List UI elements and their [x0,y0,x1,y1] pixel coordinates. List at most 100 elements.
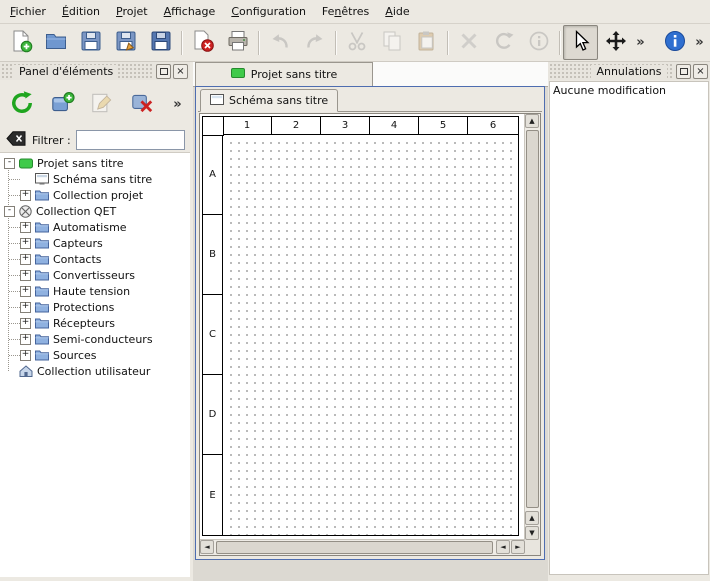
dock-close-button[interactable]: × [173,64,188,79]
expander-icon[interactable]: + [20,190,31,201]
horizontal-scroll-thumb[interactable] [216,541,493,554]
undo-dock: Annulations × Aucune modification [548,62,710,581]
expander-icon[interactable]: + [20,286,31,297]
panel-toolbar-overflow-button[interactable]: » [170,97,185,112]
tree-item-diagram[interactable]: Schéma sans titre [0,171,190,187]
toolbar-overflow-button[interactable]: » [633,35,648,50]
dock-close-button[interactable]: × [693,64,708,79]
cut-button[interactable] [339,25,374,60]
tree-item-project[interactable]: - Projet sans titre [0,155,190,171]
save-as-button[interactable] [108,25,143,60]
tree-item-label: Sources [53,349,97,362]
paste-button[interactable] [409,25,444,60]
tree-item-capteurs[interactable]: +Capteurs [0,235,190,251]
info-icon [527,29,551,56]
home-icon [19,365,33,377]
expander-icon[interactable]: + [20,238,31,249]
undo-dock-titlebar[interactable]: Annulations × [548,62,710,80]
folder-icon [35,349,49,361]
save-icon [79,29,103,56]
expander-icon[interactable]: + [20,350,31,361]
diagram-info-button[interactable] [521,25,556,60]
expander-icon[interactable]: + [20,222,31,233]
menu-edition[interactable]: Édition [54,2,108,21]
expander-icon[interactable]: - [4,158,15,169]
tree-item-convertisseurs[interactable]: +Convertisseurs [0,267,190,283]
close-file-icon [191,29,215,56]
save-all-button[interactable] [143,25,178,60]
expander-icon[interactable]: - [4,206,15,217]
menu-configuration[interactable]: Configuration [223,2,314,21]
diagram-tab[interactable]: Schéma sans titre [200,89,338,112]
scroll-up-button[interactable]: ▲ [525,114,539,128]
up-arrow-icon: ▲ [529,514,534,522]
folder-icon [35,221,49,233]
close-icon: × [696,67,704,77]
up-arrow-icon: ▲ [529,117,534,125]
dock-float-button[interactable] [676,64,691,79]
redo-button[interactable] [297,25,332,60]
open-file-button[interactable] [38,25,73,60]
pan-mode-button[interactable] [598,25,633,60]
toolbar-separator [444,29,451,57]
tree-item-semi-conducteurs[interactable]: +Semi-conducteurs [0,331,190,347]
print-button[interactable] [220,25,255,60]
undo-button[interactable] [262,25,297,60]
menu-aide[interactable]: Aide [377,2,417,21]
edit-element-button[interactable] [85,87,119,121]
tree-item-collection-qet[interactable]: -Collection QET [0,203,190,219]
expander-icon[interactable]: + [20,334,31,345]
tree-item-protections[interactable]: +Protections [0,299,190,315]
expander-icon[interactable]: + [20,318,31,329]
select-mode-button[interactable] [563,25,598,60]
tree-item-collection-projet[interactable]: +Collection projet [0,187,190,203]
vertical-scroll-thumb[interactable] [526,130,539,508]
diagram-canvas[interactable]: 1 2 3 4 5 6 A B C D E [202,116,519,536]
elements-panel-titlebar[interactable]: Panel d'éléments × [0,62,190,80]
row-header: A [203,135,223,215]
main-toolbar: » » [0,24,710,62]
rotate-button[interactable] [486,25,521,60]
clear-filter-button[interactable] [5,131,27,149]
column-header: 5 [419,117,468,135]
tree-item-collection-utilisateur[interactable]: Collection utilisateur [0,363,190,379]
tree-item-recepteurs[interactable]: +Récepteurs [0,315,190,331]
delete-element-button[interactable] [125,87,159,121]
reload-collections-button[interactable] [5,87,39,121]
menu-fenetres[interactable]: Fenêtres [314,2,377,21]
new-file-button[interactable] [3,25,38,60]
tree-item-automatisme[interactable]: +Automatisme [0,219,190,235]
save-button[interactable] [73,25,108,60]
delete-button[interactable] [451,25,486,60]
copy-button[interactable] [374,25,409,60]
scroll-right-button[interactable]: ► [511,540,525,554]
scroll-down-button[interactable]: ▼ [525,526,539,540]
new-element-button[interactable] [45,87,79,121]
scroll-left-button[interactable]: ◄ [200,540,214,554]
project-tab[interactable]: Projet sans titre [195,62,373,86]
close-file-button[interactable] [185,25,220,60]
vertical-scrollbar[interactable]: ▲ ▲ ▼ [524,114,540,540]
expander-icon[interactable]: + [20,254,31,265]
menu-fichier[interactable]: Fichier [2,2,54,21]
toolbar-separator [332,29,339,57]
toolbar-overflow-button-2[interactable]: » [692,35,707,50]
column-header: 3 [321,117,370,135]
dock-float-button[interactable] [156,64,171,79]
about-qet-button[interactable] [657,25,692,60]
horizontal-scrollbar[interactable]: ◄ ◄ ► [200,539,525,555]
filter-input[interactable] [76,130,185,150]
diagram-view: 1 2 3 4 5 6 A B C D E [199,113,541,556]
menu-affichage[interactable]: Affichage [156,2,224,21]
tree-item-contacts[interactable]: +Contacts [0,251,190,267]
scroll-left-button-2[interactable]: ◄ [496,540,510,554]
tree-item-label: Projet sans titre [37,157,124,170]
expander-icon[interactable]: + [20,270,31,281]
menu-label: êtres [341,5,369,18]
dot-grid[interactable] [224,136,518,535]
menu-projet[interactable]: Projet [108,2,156,21]
scroll-up-button-2[interactable]: ▲ [525,511,539,525]
expander-icon[interactable]: + [20,302,31,313]
tree-item-sources[interactable]: + Sources [0,347,190,363]
tree-item-haute-tension[interactable]: +Haute tension [0,283,190,299]
